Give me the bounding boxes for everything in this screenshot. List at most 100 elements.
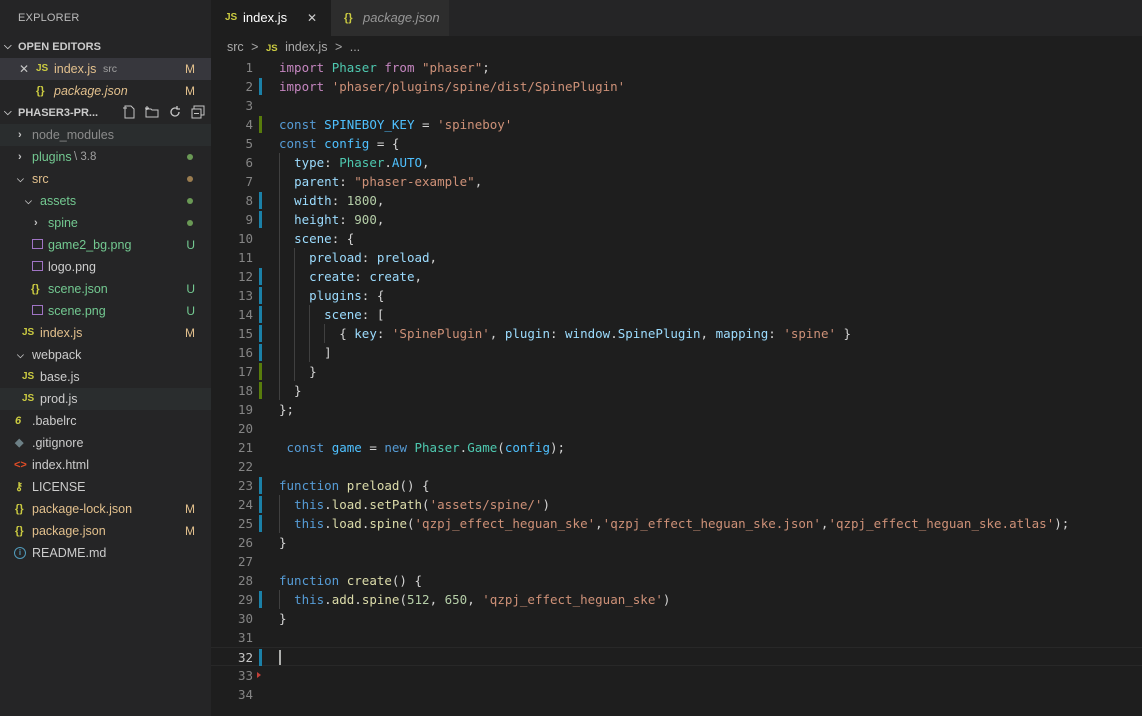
new-file-icon[interactable] bbox=[122, 105, 136, 119]
tree-file-logo[interactable]: logo.png bbox=[0, 256, 211, 278]
collapse-all-icon[interactable] bbox=[191, 105, 205, 119]
code-line[interactable]: 27 bbox=[211, 552, 1142, 571]
code-line[interactable]: 31 bbox=[211, 628, 1142, 647]
git-gutter-marker[interactable] bbox=[259, 344, 262, 361]
code-line[interactable]: 32 bbox=[211, 647, 1142, 666]
git-file-icon: ◆ bbox=[15, 437, 24, 449]
project-header[interactable]: ⌵ PHASER3-PR... bbox=[0, 102, 211, 124]
code-line[interactable]: 16 ] bbox=[211, 343, 1142, 362]
line-number: 14 bbox=[237, 307, 253, 322]
code-text: scene: { bbox=[294, 231, 355, 246]
tree-file-package-lock[interactable]: {} package-lock.json M bbox=[0, 498, 211, 520]
code-line[interactable]: 15 { key: 'SpinePlugin', plugin: window.… bbox=[211, 324, 1142, 343]
code-line[interactable]: 30} bbox=[211, 609, 1142, 628]
code-line[interactable]: 28 function create() { bbox=[211, 571, 1142, 590]
git-gutter-marker[interactable] bbox=[259, 363, 262, 380]
code-line[interactable]: 17 } bbox=[211, 362, 1142, 381]
code-line[interactable]: 24 this.load.setPath('assets/spine/') bbox=[211, 495, 1142, 514]
code-text: this.add.spine(512, 650, 'qzpj_effect_he… bbox=[294, 592, 671, 607]
git-gutter-marker[interactable] bbox=[259, 325, 262, 342]
tree-file-gitignore[interactable]: ◆ .gitignore bbox=[0, 432, 211, 454]
tree-file-scene-png[interactable]: scene.png U bbox=[0, 300, 211, 322]
tree-file-license[interactable]: ⚷ LICENSE bbox=[0, 476, 211, 498]
code-line[interactable]: 26} bbox=[211, 533, 1142, 552]
code-line[interactable]: 19}; bbox=[211, 400, 1142, 419]
code-line[interactable]: 21 const game = new Phaser.Game(config); bbox=[211, 438, 1142, 457]
code-line[interactable]: 3 bbox=[211, 96, 1142, 115]
tree-label: scene.png bbox=[48, 304, 106, 318]
git-gutter-marker[interactable] bbox=[259, 382, 262, 399]
line-number: 12 bbox=[237, 269, 253, 284]
tree-file-index-js[interactable]: JS index.js M bbox=[0, 322, 211, 344]
code-line[interactable]: 4 const SPINEBOY_KEY = 'spineboy' bbox=[211, 115, 1142, 134]
code-text: } bbox=[279, 611, 287, 626]
git-gutter-marker[interactable] bbox=[259, 211, 262, 228]
git-gutter-marker[interactable] bbox=[259, 477, 262, 494]
code-line[interactable]: 23 function preload() { bbox=[211, 476, 1142, 495]
git-gutter-marker[interactable] bbox=[259, 287, 262, 304]
open-editor-filename: package.json bbox=[54, 84, 128, 98]
tree-file-scene-json[interactable]: {} scene.json U bbox=[0, 278, 211, 300]
code-line[interactable]: 12 create: create, bbox=[211, 267, 1142, 286]
code-line[interactable]: 10 scene: { bbox=[211, 229, 1142, 248]
code-line[interactable]: 2 import 'phaser/plugins/spine/dist/Spine… bbox=[211, 77, 1142, 96]
close-icon[interactable]: ✕ bbox=[19, 58, 29, 80]
tree-file-index-html[interactable]: <> index.html bbox=[0, 454, 211, 476]
code-line[interactable]: 29 this.add.spine(512, 650, 'qzpj_effect… bbox=[211, 590, 1142, 609]
refresh-icon[interactable] bbox=[168, 105, 182, 119]
code-text: const config = { bbox=[279, 136, 400, 151]
close-icon[interactable]: ✕ bbox=[307, 0, 317, 36]
open-editor-item-index-js[interactable]: ✕ JS index.js src M bbox=[0, 58, 211, 80]
code-line[interactable]: 14 scene: [ bbox=[211, 305, 1142, 324]
code-line[interactable]: 7 parent: "phaser-example", bbox=[211, 172, 1142, 191]
git-gutter-marker[interactable] bbox=[259, 116, 262, 133]
git-gutter-marker[interactable] bbox=[259, 649, 262, 666]
tree-file-readme[interactable]: i README.md bbox=[0, 542, 211, 564]
tab-package-json[interactable]: {} package.json bbox=[331, 0, 449, 36]
code-editor[interactable]: 1 import Phaser from "phaser"; 2 import 'ph… bbox=[211, 58, 1142, 716]
code-line[interactable]: 5 const config = { bbox=[211, 134, 1142, 153]
breadcrumb-folder[interactable]: src bbox=[227, 40, 244, 54]
code-line[interactable]: 22 bbox=[211, 457, 1142, 476]
code-line[interactable]: 9 height: 900, bbox=[211, 210, 1142, 229]
code-line[interactable]: 1 import Phaser from "phaser"; bbox=[211, 58, 1142, 77]
git-gutter-marker[interactable] bbox=[259, 496, 262, 513]
code-line[interactable]: 13 plugins: { bbox=[211, 286, 1142, 305]
tree-file-babelrc[interactable]: 6 .babelrc bbox=[0, 410, 211, 432]
tree-folder-src[interactable]: ⌵ src bbox=[0, 168, 211, 190]
code-line[interactable]: 6 type: Phaser.AUTO, bbox=[211, 153, 1142, 172]
tree-folder-webpack[interactable]: ⌵ webpack bbox=[0, 344, 211, 366]
tree-file-game2-bg[interactable]: game2_bg.png U bbox=[0, 234, 211, 256]
breadcrumb-file[interactable]: index.js bbox=[285, 40, 327, 54]
tree-file-package-json[interactable]: {} package.json M bbox=[0, 520, 211, 542]
tree-file-base-js[interactable]: JS base.js bbox=[0, 366, 211, 388]
image-file-icon bbox=[32, 261, 43, 271]
git-gutter-marker[interactable] bbox=[259, 78, 262, 95]
code-line[interactable]: 8 width: 1800, bbox=[211, 191, 1142, 210]
tree-file-prod-js[interactable]: JS prod.js bbox=[0, 388, 211, 410]
code-line[interactable]: 33 bbox=[211, 666, 1142, 685]
code-line[interactable]: 18 } bbox=[211, 381, 1142, 400]
new-folder-icon[interactable] bbox=[145, 105, 159, 119]
code-line[interactable]: 25 this.load.spine('qzpj_effect_heguan_s… bbox=[211, 514, 1142, 533]
tree-folder-plugins[interactable]: › plugins \ 3.8 bbox=[0, 146, 211, 168]
tree-folder-spine[interactable]: › spine bbox=[0, 212, 211, 234]
git-gutter-marker[interactable] bbox=[259, 268, 262, 285]
tree-folder-node-modules[interactable]: › node_modules bbox=[0, 124, 211, 146]
open-editor-item-package-json[interactable]: {} package.json M bbox=[0, 80, 211, 102]
git-gutter-marker[interactable] bbox=[259, 515, 262, 532]
git-gutter-marker[interactable] bbox=[259, 591, 262, 608]
deleted-lines-marker[interactable] bbox=[257, 672, 261, 678]
tree-label: .gitignore bbox=[32, 436, 84, 450]
git-gutter-marker[interactable] bbox=[259, 306, 262, 323]
tree-label: spine bbox=[48, 216, 78, 230]
code-line[interactable]: 34 bbox=[211, 685, 1142, 704]
tab-label: index.js bbox=[243, 10, 288, 25]
code-line[interactable]: 20 bbox=[211, 419, 1142, 438]
tree-folder-assets[interactable]: ⌵ assets bbox=[0, 190, 211, 212]
git-gutter-marker[interactable] bbox=[259, 192, 262, 209]
tab-index-js[interactable]: JS index.js ✕ bbox=[211, 0, 331, 36]
code-line[interactable]: 11 preload: preload, bbox=[211, 248, 1142, 267]
breadcrumb-symbol[interactable]: ... bbox=[350, 40, 360, 54]
open-editors-header[interactable]: ⌵ OPEN EDITORS bbox=[0, 36, 211, 58]
